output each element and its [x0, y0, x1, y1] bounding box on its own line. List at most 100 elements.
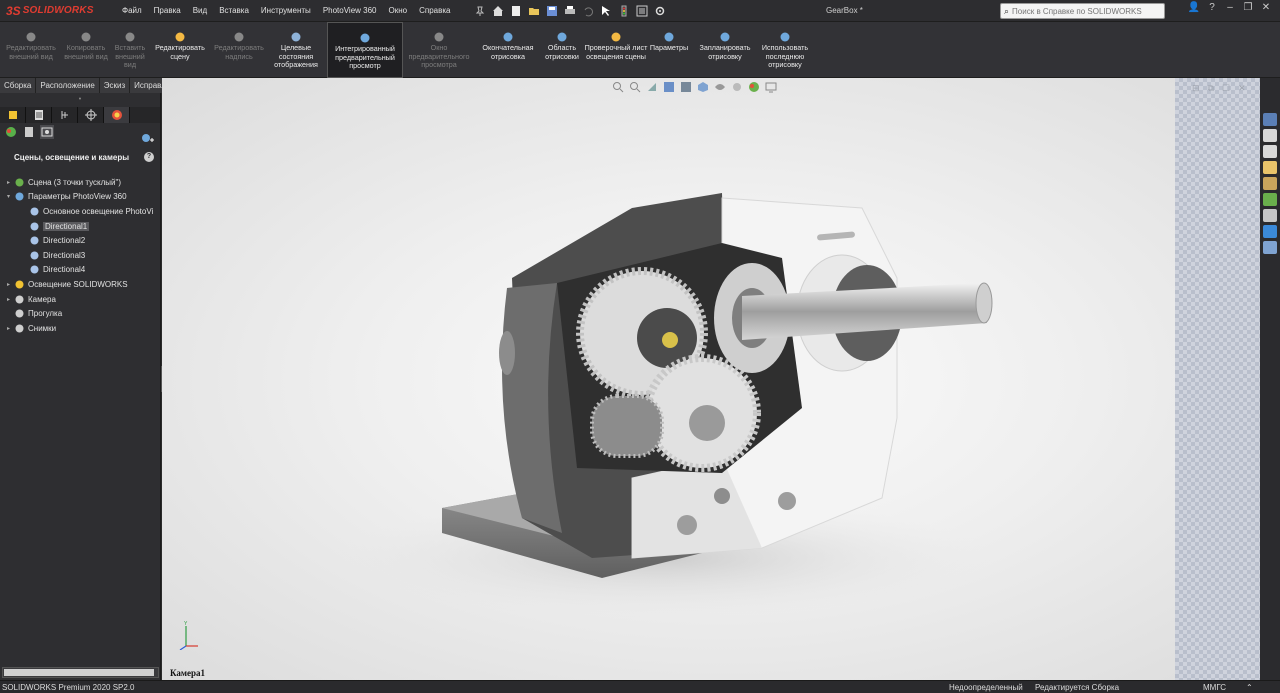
home-icon[interactable]	[492, 5, 504, 17]
ribbon-button-12[interactable]: Запланировать отрисовку	[694, 22, 756, 78]
add-light-icon[interactable]	[141, 132, 155, 146]
menu-item-3[interactable]: Вставка	[213, 0, 255, 22]
panel-horizontal-scrollbar[interactable]	[2, 667, 159, 678]
pin-icon[interactable]	[474, 5, 486, 17]
help-icon[interactable]: ?	[1204, 2, 1220, 13]
scrollbar-thumb[interactable]	[4, 669, 154, 676]
menu-item-0[interactable]: Файл	[116, 0, 148, 22]
tree-item[interactable]: Основное освещение PhotoVi	[0, 204, 160, 219]
tree-item[interactable]: Directional1	[0, 219, 160, 234]
panel-help-icon[interactable]: ?	[144, 152, 154, 162]
file-properties-icon[interactable]	[636, 5, 648, 17]
gearbox-model[interactable]	[162, 78, 1175, 680]
tree-item[interactable]: ▸ Камера	[0, 292, 160, 307]
ribbon-button-7[interactable]: Окно предварительного просмотра	[404, 22, 474, 78]
ribbon-button-0[interactable]: Редактировать внешний вид	[2, 22, 60, 78]
appearances-scenes-icon[interactable]	[1263, 193, 1277, 206]
open-folder-icon[interactable]	[528, 5, 540, 17]
tree-item-label: Освещение SOLIDWORKS	[28, 279, 128, 289]
ds-logo-icon: 3S	[6, 3, 21, 18]
file-explorer-icon[interactable]	[1263, 145, 1277, 158]
custom-properties-icon[interactable]	[1263, 209, 1277, 222]
units-status[interactable]: ММГС	[1203, 682, 1226, 693]
folder-icon[interactable]	[1263, 161, 1277, 174]
expand-arrow-icon[interactable]: ▾	[4, 193, 13, 200]
command-tab-0[interactable]: Сборка	[0, 78, 37, 93]
camera-icon	[13, 294, 25, 305]
print-icon[interactable]	[564, 5, 576, 17]
feature-manager-tab-icon[interactable]	[0, 107, 26, 123]
select-cursor-icon[interactable]	[600, 5, 612, 17]
expand-arrow-icon[interactable]: ▸	[4, 296, 13, 303]
ribbon-button-4[interactable]: Редактировать надпись	[210, 22, 268, 78]
traffic-light-icon[interactable]	[618, 5, 630, 17]
command-tab-1[interactable]: Расположение	[36, 78, 100, 93]
panel-grip[interactable]: •	[0, 93, 160, 107]
ribbon-button-2[interactable]: Вставить внешний вид	[110, 22, 150, 78]
ribbon-label: Вставить внешний вид	[114, 43, 146, 69]
view-palette-icon[interactable]	[1263, 177, 1277, 190]
ribbon-button-10[interactable]: Проверочный лист освещения сцены	[584, 22, 648, 78]
expand-arrow-icon[interactable]: ▸	[4, 325, 13, 332]
tree-item[interactable]: Прогулка	[0, 306, 160, 321]
ribbon-button-3[interactable]: Редактировать сцену	[150, 22, 210, 78]
solidworks-logo[interactable]: 3S SOLIDWORKS	[0, 0, 108, 22]
expand-arrow-icon[interactable]: ▸	[4, 281, 13, 288]
quick-access-toolbar	[474, 5, 666, 17]
tree-item-label: Directional3	[43, 250, 86, 260]
viewport-maximize-icon[interactable]: ☐	[1222, 83, 1230, 94]
task-pane-extra-icon[interactable]	[1263, 241, 1277, 254]
solidworks-resources-icon[interactable]	[1263, 113, 1277, 126]
tree-item[interactable]: Directional2	[0, 233, 160, 248]
tree-item[interactable]: Directional4	[0, 263, 160, 278]
ribbon-button-6[interactable]: Интегрированный предварительный просмотр	[327, 22, 403, 78]
appearances-icon[interactable]	[4, 125, 18, 139]
solidworks-forum-icon[interactable]	[1263, 225, 1277, 238]
ribbon-button-9[interactable]: Область отрисовки	[540, 22, 584, 78]
tree-item[interactable]: ▸ Освещение SOLIDWORKS	[0, 277, 160, 292]
ribbon-icon-5	[291, 32, 301, 42]
viewport-minimize-icon[interactable]: ⊟	[1192, 83, 1200, 94]
menu-item-2[interactable]: Вид	[187, 0, 213, 22]
display-manager-tab-icon[interactable]	[104, 107, 130, 123]
restore-button[interactable]: ❐	[1240, 2, 1256, 13]
decals-icon[interactable]	[22, 125, 36, 139]
minimize-button[interactable]: –	[1222, 2, 1238, 13]
tree-item[interactable]: ▸ Снимки	[0, 321, 160, 336]
ribbon-button-5[interactable]: Целевые состояния отображения	[270, 22, 322, 78]
new-document-icon[interactable]	[510, 5, 522, 17]
editing-status[interactable]: Редактируется Сборка	[1035, 682, 1119, 693]
options-gear-icon[interactable]	[654, 5, 666, 17]
scene-lights-cameras-icon[interactable]	[40, 125, 54, 139]
expand-arrow-icon[interactable]: ▸	[4, 179, 13, 186]
tree-item[interactable]: ▸ Сцена (3 точки тусклый")	[0, 175, 160, 190]
undo-icon[interactable]	[582, 5, 594, 17]
viewport-restore-icon[interactable]: ⧉	[1208, 83, 1214, 94]
configuration-manager-tab-icon[interactable]	[52, 107, 78, 123]
dimxpert-manager-tab-icon[interactable]	[78, 107, 104, 123]
tree-item[interactable]: ▾ Параметры PhotoView 360	[0, 190, 160, 205]
command-manager-ribbon: Редактировать внешний вид Копировать внеш…	[0, 22, 1280, 78]
close-button[interactable]: ✕	[1258, 2, 1274, 13]
command-tab-2[interactable]: Эскиз	[99, 78, 131, 93]
units-chevron-icon[interactable]: ⌃	[1246, 682, 1253, 693]
design-library-icon[interactable]	[1263, 129, 1277, 142]
menu-item-7[interactable]: Справка	[413, 0, 456, 22]
ribbon-button-1[interactable]: Копировать внешний вид	[60, 22, 112, 78]
property-manager-tab-icon[interactable]	[26, 107, 52, 123]
help-search-box[interactable]: ⌕	[1000, 3, 1165, 19]
bolt-2	[778, 492, 796, 510]
ribbon-button-11[interactable]: Параметры	[646, 22, 692, 78]
menu-item-4[interactable]: Инструменты	[255, 0, 317, 22]
graphics-viewport[interactable]: Y Камера1	[162, 78, 1175, 680]
viewport-close-icon[interactable]: ✕	[1238, 83, 1246, 94]
menu-item-6[interactable]: Окно	[382, 0, 413, 22]
save-icon[interactable]	[546, 5, 558, 17]
menu-item-1[interactable]: Правка	[148, 0, 187, 22]
ribbon-button-8[interactable]: Окончательная отрисовка	[476, 22, 540, 78]
user-icon[interactable]: 👤	[1186, 2, 1202, 13]
help-search-input[interactable]	[1009, 6, 1150, 16]
ribbon-button-13[interactable]: Использовать последнюю отрисовку	[756, 22, 814, 78]
tree-item[interactable]: Directional3	[0, 248, 160, 263]
menu-item-5[interactable]: PhotoView 360	[317, 0, 383, 22]
